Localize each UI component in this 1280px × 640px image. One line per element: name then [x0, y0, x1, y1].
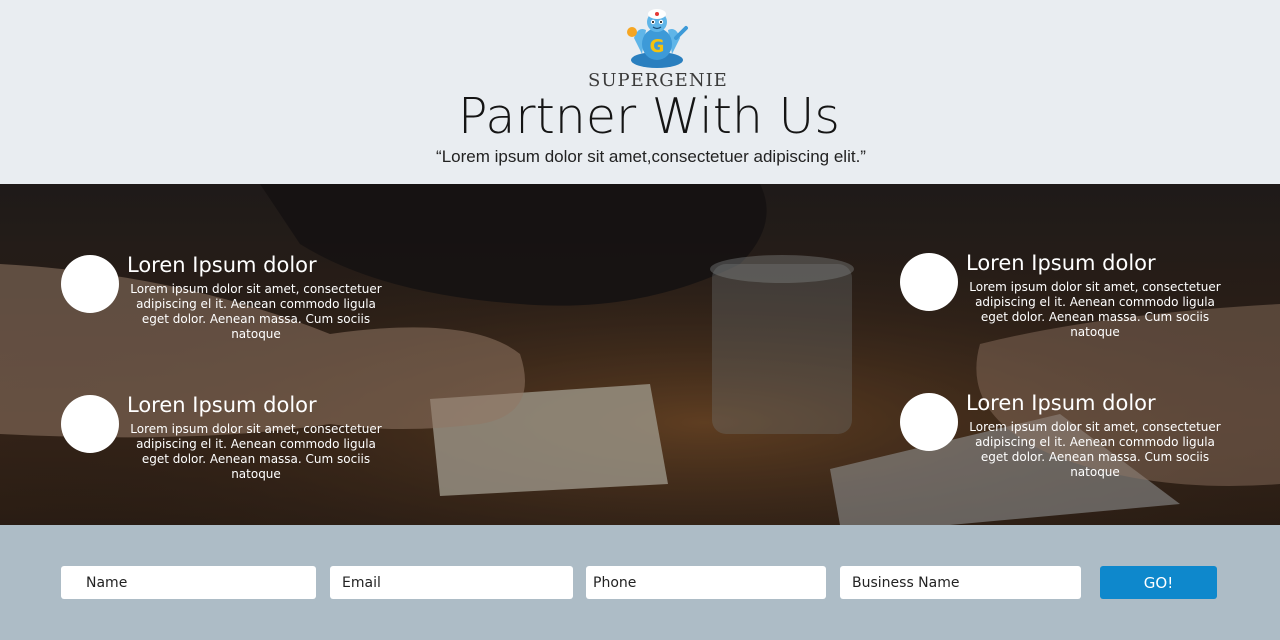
feature-item: Loren Ipsum dolor Lorem ipsum dolor sit …: [900, 391, 1240, 479]
page-title: Partner With Us: [458, 88, 840, 145]
feature-icon-circle: [900, 393, 958, 451]
feature-item: Loren Ipsum dolor Lorem ipsum dolor sit …: [900, 251, 1240, 339]
page-subtitle: “Lorem ipsum dolor sit amet,consectetuer…: [436, 147, 866, 166]
feature-description: Lorem ipsum dolor sit amet, consectetuer…: [130, 422, 382, 481]
feature-icon-circle: [900, 253, 958, 311]
email-field[interactable]: [330, 566, 573, 599]
partner-form: GO!: [0, 525, 1280, 640]
genie-mascot-icon: G: [627, 9, 688, 68]
feature-description: Lorem ipsum dolor sit amet, consectetuer…: [969, 280, 1221, 339]
feature-icon-circle: [61, 395, 119, 453]
page-header: G SUPERGENIE Partner With Us “Lorem ipsu…: [0, 0, 1280, 184]
feature-icon-circle: [61, 255, 119, 313]
business-name-field[interactable]: [840, 566, 1081, 599]
feature-item: Loren Ipsum dolor Lorem ipsum dolor sit …: [61, 393, 401, 481]
hero-section: Loren Ipsum dolor Lorem ipsum dolor sit …: [0, 184, 1280, 525]
feature-title: Loren Ipsum dolor: [966, 251, 1156, 275]
name-field[interactable]: [61, 566, 316, 599]
brand-logo[interactable]: G SUPERGENIE: [588, 8, 727, 92]
feature-item: Loren Ipsum dolor Lorem ipsum dolor sit …: [61, 253, 401, 341]
phone-field[interactable]: [586, 566, 826, 599]
feature-title: Loren Ipsum dolor: [127, 393, 317, 417]
feature-title: Loren Ipsum dolor: [127, 253, 317, 277]
svg-text:G: G: [650, 36, 665, 57]
feature-description: Lorem ipsum dolor sit amet, consectetuer…: [969, 420, 1221, 479]
submit-button[interactable]: GO!: [1100, 566, 1217, 599]
feature-description: Lorem ipsum dolor sit amet, consectetuer…: [130, 282, 382, 341]
feature-title: Loren Ipsum dolor: [966, 391, 1156, 415]
